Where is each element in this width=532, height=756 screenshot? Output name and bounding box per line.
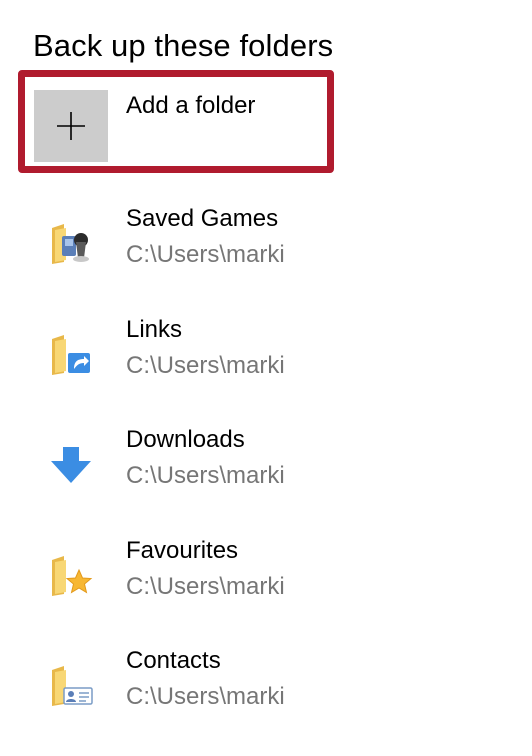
contacts-folder-icon	[52, 666, 93, 706]
add-folder-tile[interactable]	[34, 90, 108, 162]
folder-name: Downloads	[126, 426, 245, 453]
section-title: Back up these folders	[33, 28, 334, 63]
saved-games-folder-icon	[52, 224, 89, 264]
plus-icon	[57, 112, 85, 140]
folder-name: Contacts	[126, 647, 221, 674]
links-folder-icon	[52, 334, 90, 375]
folder-item-links[interactable]: Links C:\Users\marki	[0, 307, 532, 418]
folder-name: Saved Games	[126, 205, 279, 232]
folder-item-favourites[interactable]: Favourites C:\Users\marki	[0, 528, 532, 639]
folder-list: Saved Games C:\Users\marki Links C:\User…	[0, 196, 532, 749]
favourites-folder-icon	[52, 555, 93, 596]
add-folder-label: Add a folder	[126, 92, 256, 119]
folder-name: Favourites	[126, 536, 239, 564]
folder-item-contacts[interactable]: Contacts C:\Users\marki	[0, 638, 532, 749]
folder-path: C:\Users\marki	[126, 572, 285, 600]
add-folder-button[interactable]: Add a folder	[33, 88, 323, 164]
folder-item-downloads[interactable]: Downloads C:\Users\marki	[0, 417, 532, 528]
folder-name: Links	[126, 315, 183, 343]
folder-item-saved-games[interactable]: Saved Games C:\Users\marki	[0, 196, 532, 307]
downloads-arrow-icon	[51, 447, 91, 483]
folder-path: C:\Users\marki	[126, 241, 285, 268]
folder-path: C:\Users\marki	[126, 462, 285, 489]
folder-path: C:\Users\marki	[126, 683, 285, 710]
folder-path: C:\Users\marki	[126, 351, 285, 379]
